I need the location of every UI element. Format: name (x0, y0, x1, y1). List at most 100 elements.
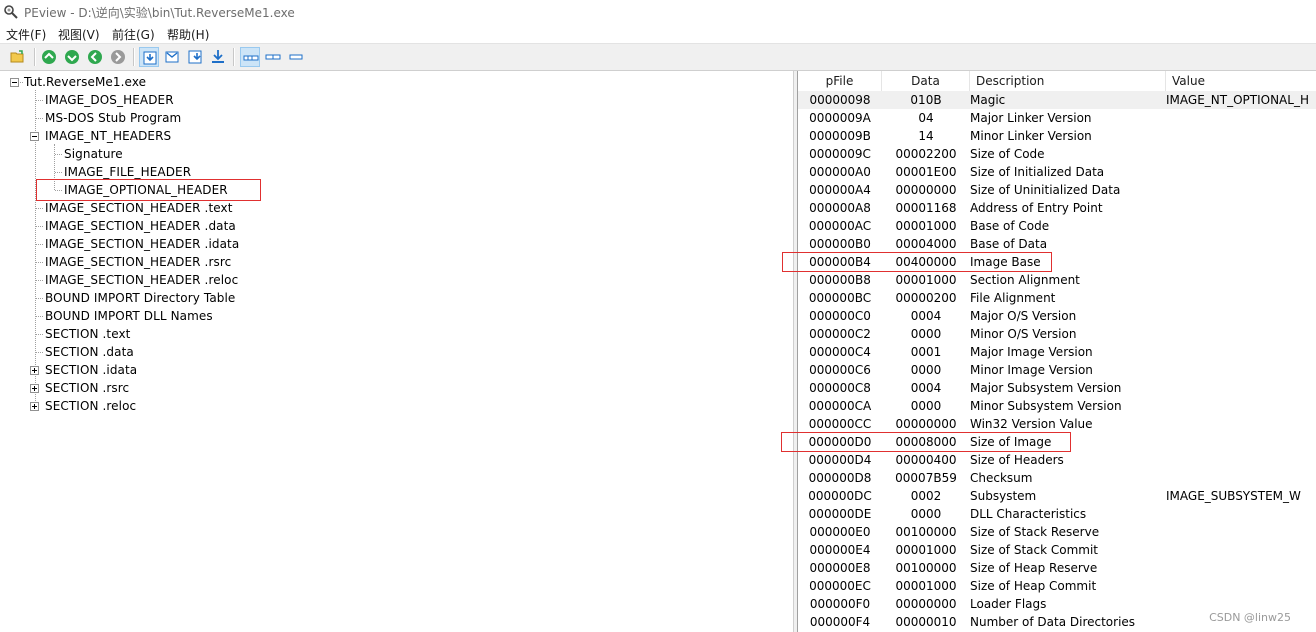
table-row[interactable]: 000000E8 00100000 Size of Heap Reserve (798, 559, 1316, 577)
cell-value (1166, 127, 1316, 145)
table-row[interactable]: 000000A4 00000000 Size of Uninitialized Da… (798, 181, 1316, 199)
tree-item-section-rsrc[interactable]: SECTION .rsrc (45, 379, 129, 397)
toolbar-separator (233, 48, 235, 66)
table-row[interactable]: 000000C0 0004 Major O/S Version (798, 307, 1316, 325)
tree-item-optional-header[interactable]: IMAGE_OPTIONAL_HEADER (64, 181, 228, 199)
open-file-icon[interactable] (8, 47, 28, 67)
tree-item-label: IMAGE_OPTIONAL_HEADER (64, 183, 228, 197)
tree-item-dos-header[interactable]: IMAGE_DOS_HEADER (45, 91, 174, 109)
cell-description: Size of Initialized Data (970, 165, 1105, 179)
tree-item-section-reloc[interactable]: SECTION .reloc (45, 397, 136, 415)
disabled-nav-icon[interactable] (108, 47, 128, 67)
tree-item-section-header-rsrc[interactable]: IMAGE_SECTION_HEADER .rsrc (45, 253, 231, 271)
table-row[interactable]: 000000D0 00008000 Size of Image (798, 433, 1316, 451)
cell-pfile: 000000E0 (809, 525, 871, 539)
tree-item-label: BOUND IMPORT DLL Names (45, 309, 213, 323)
cell-value (1166, 235, 1316, 253)
tree-connector (55, 190, 62, 191)
tree-item-section-header-data[interactable]: IMAGE_SECTION_HEADER .data (45, 217, 236, 235)
detail-list[interactable]: pFile Data Description Value 00000098 010… (781, 71, 1316, 632)
table-row[interactable]: 000000B0 00004000 Base of Data (798, 235, 1316, 253)
tree-item-section-data[interactable]: SECTION .data (45, 343, 134, 361)
table-row[interactable]: 000000DC 0002 Subsystem IMAGE_SUBSYSTEM_W (798, 487, 1316, 505)
forward-icon[interactable] (62, 47, 82, 67)
table-row[interactable]: 000000E4 00001000 Size of Stack Commit (798, 541, 1316, 559)
menu-file[interactable]: 文件(F) (6, 26, 46, 43)
table-row[interactable]: 000000BC 00000200 File Alignment (798, 289, 1316, 307)
table-row[interactable]: 000000CC 00000000 Win32 Version Value (798, 415, 1316, 433)
view-word-icon[interactable] (162, 47, 182, 67)
tree-item-section-header-reloc[interactable]: IMAGE_SECTION_HEADER .reloc (45, 271, 238, 289)
table-row[interactable]: 0000009C 00002200 Size of Code (798, 145, 1316, 163)
table-row[interactable]: 000000AC 00001000 Base of Code (798, 217, 1316, 235)
tree-item-file-header[interactable]: IMAGE_FILE_HEADER (64, 163, 191, 181)
column-header-description[interactable]: Description (970, 71, 1166, 91)
table-row[interactable]: 000000C6 0000 Minor Image Version (798, 361, 1316, 379)
table-row[interactable]: 000000C8 0004 Major Subsystem Version (798, 379, 1316, 397)
tree-item-label: Tut.ReverseMe1.exe (24, 75, 147, 89)
cell-description: Base of Data (970, 237, 1048, 251)
column-header-value[interactable]: Value (1166, 71, 1316, 91)
view-byte-icon[interactable] (139, 47, 159, 67)
table-row[interactable]: 000000B4 00400000 Image Base (798, 253, 1316, 271)
expand-icon[interactable] (30, 384, 39, 393)
cell-pfile: 000000B4 (809, 255, 871, 269)
column-header-pfile[interactable]: pFile (798, 71, 882, 91)
tree-item-section-text[interactable]: SECTION .text (45, 325, 130, 343)
back-icon[interactable] (85, 47, 105, 67)
layout-detail-icon[interactable] (240, 47, 260, 67)
tree-item-dos-stub[interactable]: MS-DOS Stub Program (45, 109, 181, 127)
tree-item-section-header-text[interactable]: IMAGE_SECTION_HEADER .text (45, 199, 233, 217)
tree-item-bound-import-table[interactable]: BOUND IMPORT Directory Table (45, 289, 235, 307)
cell-value (1166, 505, 1316, 523)
layout-list-icon[interactable] (263, 47, 283, 67)
expand-icon[interactable] (30, 366, 39, 375)
menu-help[interactable]: 帮助(H) (167, 26, 209, 43)
menu-goto[interactable]: 前往(G) (112, 26, 155, 43)
cell-value: IMAGE_NT_OPTIONAL_H (1166, 93, 1309, 107)
table-row[interactable]: 000000CA 0000 Minor Subsystem Version (798, 397, 1316, 415)
cell-pfile: 000000A8 (809, 201, 871, 215)
cell-description: Loader Flags (970, 597, 1047, 611)
tree-connector (36, 334, 43, 335)
table-row[interactable]: 000000A0 00001E00 Size of Initialized Data (798, 163, 1316, 181)
tree-item-nt-headers[interactable]: IMAGE_NT_HEADERS (45, 127, 171, 145)
table-row[interactable]: 000000DE 0000 DLL Characteristics (798, 505, 1316, 523)
cell-data: 0000 (910, 327, 942, 341)
tree-item-root[interactable]: Tut.ReverseMe1.exe (24, 73, 146, 91)
tree-item-section-idata[interactable]: SECTION .idata (45, 361, 137, 379)
table-row[interactable]: 000000E0 00100000 Size of Stack Reserve (798, 523, 1316, 541)
cell-pfile: 000000D8 (808, 471, 872, 485)
tree-item-bound-import-names[interactable]: BOUND IMPORT DLL Names (45, 307, 213, 325)
view-dword-icon[interactable] (185, 47, 205, 67)
cell-data: 00000000 (895, 183, 957, 197)
table-row[interactable]: 000000C4 0001 Major Image Version (798, 343, 1316, 361)
up-icon[interactable] (39, 47, 59, 67)
layout-small-icon[interactable] (286, 47, 306, 67)
cell-pfile: 000000C2 (809, 327, 871, 341)
collapse-icon[interactable] (30, 132, 39, 141)
tree-item-signature[interactable]: Signature (64, 145, 123, 163)
table-row[interactable]: 000000A8 00001168 Address of Entry Point (798, 199, 1316, 217)
table-row[interactable]: 0000009A 04 Major Linker Version (798, 109, 1316, 127)
toolbar-separator (34, 48, 36, 66)
tree-pane[interactable]: Tut.ReverseMe1.exe IMAGE_DOS_HEADER MS-D… (0, 71, 794, 632)
cell-data: 00008000 (895, 435, 957, 449)
menu-view[interactable]: 视图(V) (58, 26, 100, 43)
expand-icon[interactable] (30, 402, 39, 411)
table-row[interactable]: 000000D8 00007B59 Checksum (798, 469, 1316, 487)
tree-item-label: IMAGE_SECTION_HEADER .idata (45, 237, 240, 251)
table-row[interactable]: 00000098 010B Magic IMAGE_NT_OPTIONAL_H (798, 91, 1316, 109)
table-row[interactable]: 000000B8 00001000 Section Alignment (798, 271, 1316, 289)
tree-item-section-header-idata[interactable]: IMAGE_SECTION_HEADER .idata (45, 235, 239, 253)
collapse-icon[interactable] (10, 78, 19, 87)
table-row[interactable]: 000000EC 00001000 Size of Heap Commit (798, 577, 1316, 595)
table-row[interactable]: 000000C2 0000 Minor O/S Version (798, 325, 1316, 343)
cell-description: Major Image Version (970, 345, 1093, 359)
cell-pfile: 000000E8 (809, 561, 871, 575)
view-qword-icon[interactable] (208, 47, 228, 67)
column-header-data[interactable]: Data (882, 71, 970, 91)
table-row[interactable]: 000000D4 00000400 Size of Headers (798, 451, 1316, 469)
table-row[interactable]: 0000009B 14 Minor Linker Version (798, 127, 1316, 145)
cell-data: 0004 (910, 309, 942, 323)
